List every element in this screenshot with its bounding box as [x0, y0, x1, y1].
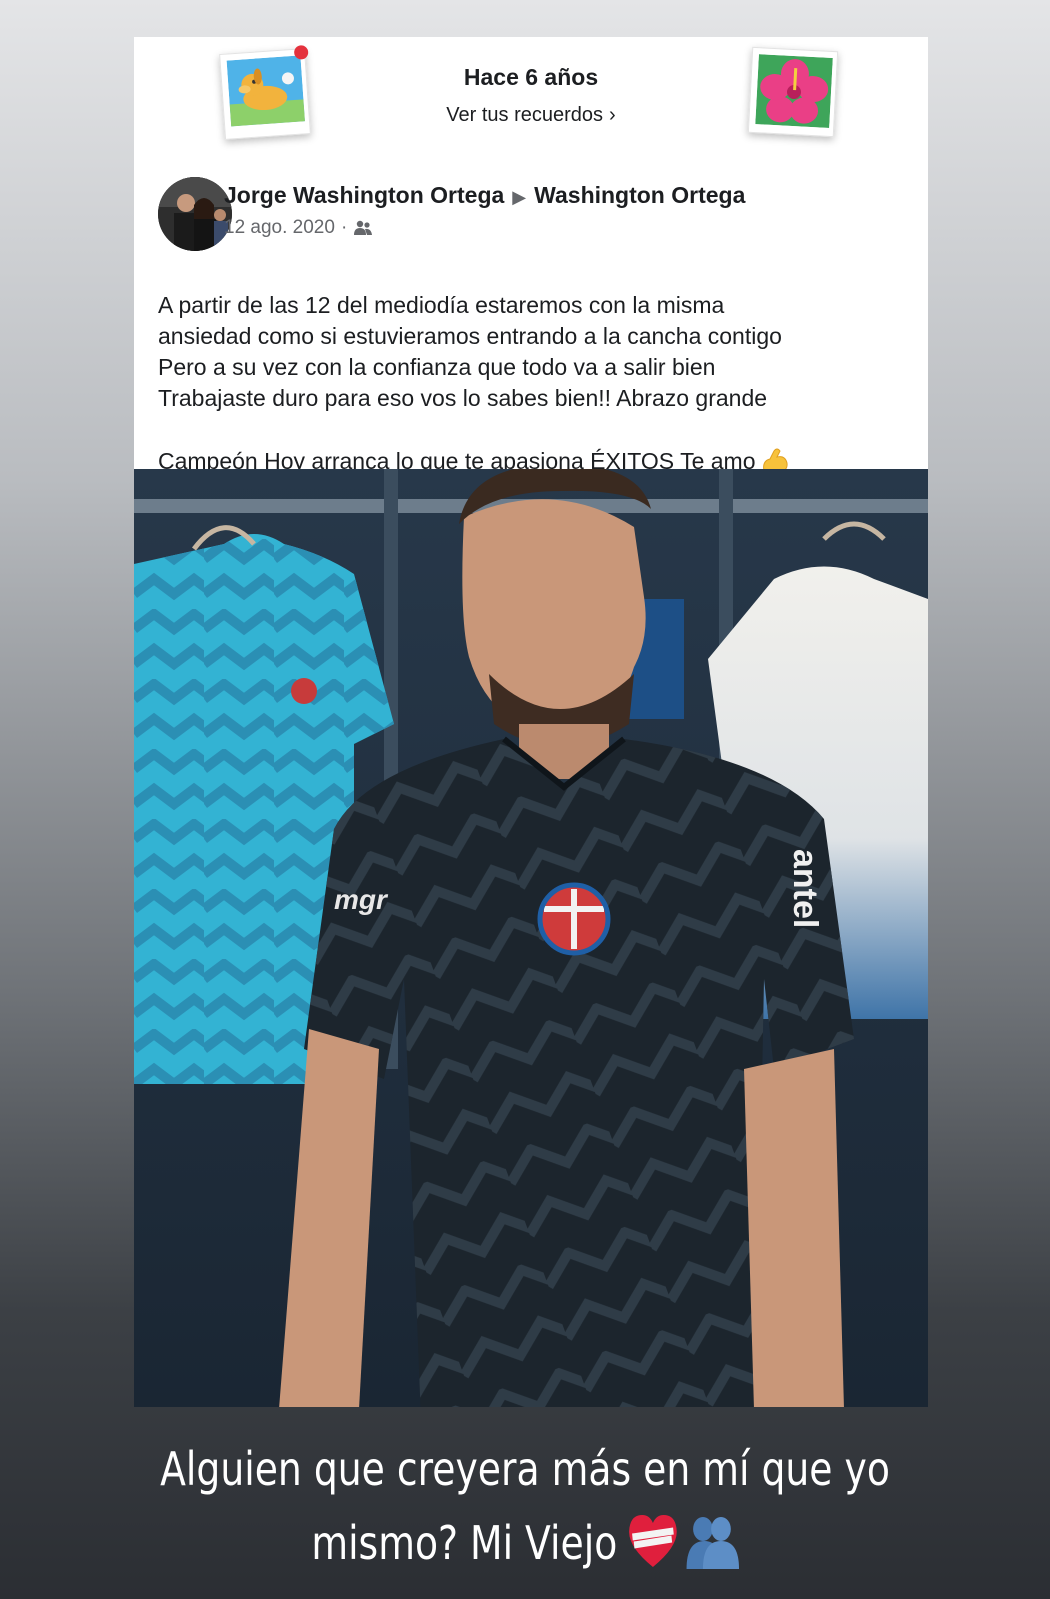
caption-line-2-wrap: mismo? Mi Viejo: [95, 1506, 956, 1590]
people-hugging-icon: [685, 1513, 739, 1590]
hibiscus-sticker-icon: [747, 46, 839, 138]
post-date[interactable]: 12 ago. 2020: [224, 217, 335, 238]
memory-header: Hace 6 años Ver tus recuerdos ›: [134, 37, 928, 177]
author-name[interactable]: Jorge Washington Ortega: [224, 182, 504, 208]
memory-card: Hace 6 años Ver tus recuerdos › Jorge Wa…: [134, 37, 928, 1407]
triangle-right-icon: ▶: [512, 187, 527, 207]
caption-line-1: Alguien que creyera más en mí que yo: [160, 1442, 890, 1496]
post-meta: 12 ago. 2020 ·: [224, 217, 373, 242]
post-authors: Jorge Washington Ortega ▶ Washington Orteg…: [224, 182, 745, 209]
svg-text:antel: antel: [786, 849, 824, 928]
avatar[interactable]: [158, 177, 232, 251]
mending-heart-icon: [627, 1513, 678, 1590]
story-caption: Alguien que creyera más en mí que yo mis…: [95, 1432, 956, 1590]
post-body: A partir de las 12 del mediodía estaremo…: [158, 292, 782, 474]
chevron-right-icon: ›: [609, 104, 616, 126]
see-memories-label: Ver tus recuerdos: [446, 104, 604, 126]
meta-separator: ·: [340, 217, 348, 238]
friends-icon: [353, 220, 373, 242]
target-name[interactable]: Washington Ortega: [534, 182, 745, 208]
player-photo[interactable]: mgr antel: [134, 469, 928, 1407]
caption-line-2: mismo? Mi Viejo: [311, 1516, 618, 1570]
svg-text:mgr: mgr: [334, 884, 389, 915]
flexed-biceps-icon: [760, 414, 790, 473]
